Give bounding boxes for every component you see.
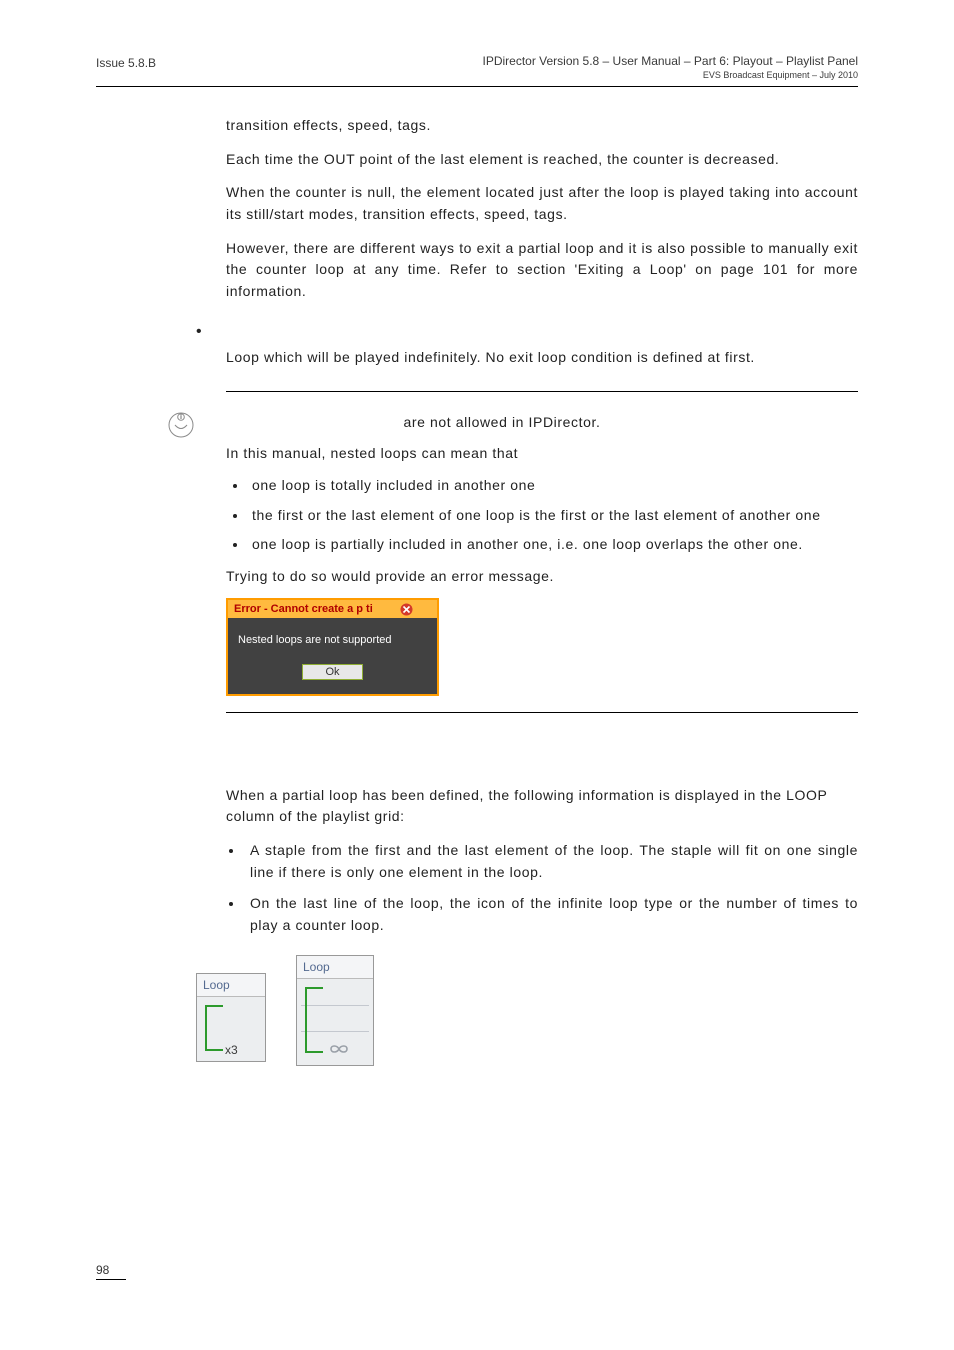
note-icon (166, 410, 196, 445)
paragraph: However, there are different ways to exi… (226, 238, 858, 303)
loop-column-header: Loop (197, 974, 265, 997)
note-line: Trying to do so would provide an error m… (226, 566, 858, 588)
section-list: A staple from the first and the last ele… (226, 840, 858, 937)
loop-column-body: x3 (197, 997, 265, 1061)
error-dialog-actions: Ok (228, 656, 437, 694)
error-dialog-body: Nested loops are not supported (228, 618, 437, 656)
list-item: A staple from the first and the last ele… (244, 840, 858, 883)
paragraph: When the counter is null, the element lo… (226, 182, 858, 225)
loop-column-header: Loop (297, 956, 373, 979)
page-header: Issue 5.8.B IPDirector Version 5.8 – Use… (96, 54, 858, 80)
doc-title: IPDirector Version 5.8 – User Manual – P… (482, 54, 858, 68)
loop-figures: Loop x3 Loop (196, 955, 858, 1066)
error-dialog: Error - Cannot create a p ti Nested loop… (226, 598, 439, 696)
close-icon[interactable] (400, 603, 413, 616)
note-list: one loop is totally included in another … (226, 475, 858, 556)
list-item: one loop is totally included in another … (248, 475, 858, 497)
issue-label: Issue 5.8.B (96, 56, 156, 80)
paragraph: Each time the OUT point of the last elem… (226, 149, 858, 171)
loop-figure-counter: Loop x3 (196, 973, 266, 1062)
page-number: 98 (96, 1263, 126, 1280)
note-block: are not allowed in IPDirector. In this m… (166, 404, 858, 696)
infinity-icon (327, 1042, 351, 1059)
note-line: In this manual, nested loops can mean th… (226, 443, 858, 465)
bullet-marker: • (196, 323, 858, 341)
loop-staple-icon (205, 1005, 223, 1051)
list-item: On the last line of the loop, the icon o… (244, 893, 858, 936)
note-line: are not allowed in IPDirector. (226, 412, 858, 434)
doc-subtitle: EVS Broadcast Equipment – July 2010 (482, 70, 858, 80)
paragraph: Loop which will be played indefinitely. … (226, 347, 858, 369)
loop-counter-tag: x3 (225, 1043, 238, 1057)
body-column: transition effects, speed, tags. Each ti… (226, 115, 858, 1066)
list-item: one loop is partially included in anothe… (248, 534, 858, 556)
header-rule (96, 86, 858, 87)
error-dialog-title: Error - Cannot create a p ti (228, 600, 437, 618)
note-rule-top (226, 391, 858, 392)
error-title-text: Error - Cannot create a p ti (234, 603, 373, 615)
note-content: are not allowed in IPDirector. In this m… (226, 404, 858, 696)
loop-staple-icon (305, 987, 323, 1053)
note-rule-bottom (226, 712, 858, 713)
ok-button[interactable]: Ok (302, 664, 362, 680)
paragraph: transition effects, speed, tags. (226, 115, 858, 137)
paragraph: When a partial loop has been defined, th… (226, 785, 858, 828)
loop-figure-infinite: Loop (296, 955, 374, 1066)
loop-column-body (297, 979, 373, 1065)
list-item: the first or the last element of one loo… (248, 505, 858, 527)
doc-title-block: IPDirector Version 5.8 – User Manual – P… (482, 54, 858, 80)
